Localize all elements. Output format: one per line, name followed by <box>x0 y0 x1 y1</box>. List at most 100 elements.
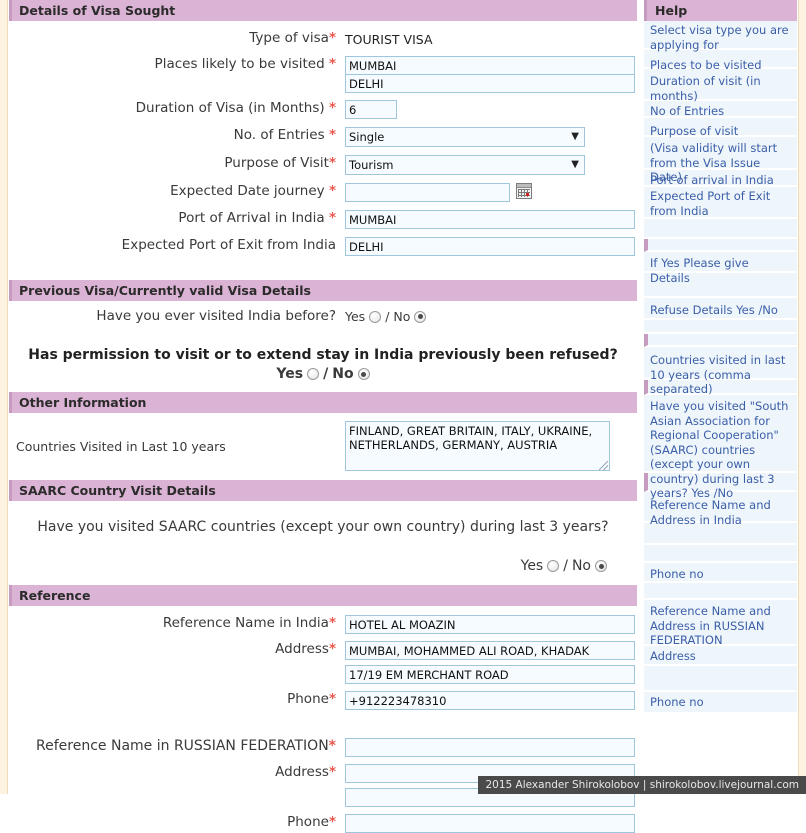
help-item-refuse-details: Refuse Details Yes /No <box>644 298 797 320</box>
required-asterisk: * <box>328 183 336 199</box>
radio-saarc-no[interactable] <box>595 560 607 572</box>
reference-name-foreign-input[interactable] <box>345 738 635 757</box>
help-item-port-exit: Expected Port of Exit from India <box>644 187 797 219</box>
row-port-of-arrival: Port of Arrival in India * MUMBAI <box>9 210 637 229</box>
row-reference-phone-india: Phone* +912223478310 <box>9 691 637 710</box>
row-duration: Duration of Visa (in Months) * 6 <box>9 100 637 119</box>
column-gap <box>637 0 644 833</box>
help-column: Help Select visa type you are applying f… <box>644 0 797 833</box>
calendar-icon-header <box>517 184 531 188</box>
row-reference-phone-foreign: Phone* <box>9 814 637 833</box>
label-purpose-of-visit: Purpose of Visit* <box>9 155 345 172</box>
section-header-previous-visa: Previous Visa/Currently valid Visa Detai… <box>9 280 637 301</box>
help-spacer-9 <box>644 545 797 563</box>
resize-grip-icon[interactable] <box>599 461 608 470</box>
row-saarc-question: Have you visited SAARC countries (except… <box>9 519 637 574</box>
required-asterisk: * <box>328 56 336 72</box>
duration-input[interactable]: 6 <box>345 100 397 119</box>
help-spacer-1 <box>644 219 797 239</box>
reference-address-india-input-2[interactable]: 17/19 EM MERCHANT ROAD <box>345 665 635 684</box>
required-asterisk: * <box>328 127 336 143</box>
radio-group-visited-india-before: Yes / No <box>345 309 427 324</box>
radio-refused-yes[interactable] <box>307 368 320 380</box>
label-saarc-question: Have you visited SAARC countries (except… <box>37 519 609 535</box>
port-of-arrival-input[interactable]: MUMBAI <box>345 210 635 229</box>
help-spacer-4 <box>644 320 797 334</box>
help-spacer-10 <box>644 583 797 600</box>
label-type-of-visa: Type of visa* <box>9 30 345 47</box>
label-places-visited: Places likely to be visited * <box>9 56 345 73</box>
required-asterisk: * <box>328 764 336 780</box>
reference-address-india-group: MUMBAI, MOHAMMED ALI ROAD, KHADAK 17/19 … <box>345 641 635 684</box>
purpose-of-visit-selected-value: Tourism <box>349 158 394 172</box>
places-visited-input-1[interactable]: MUMBAI <box>345 56 635 75</box>
radio-separator: / <box>323 366 329 382</box>
section-header-reference: Reference <box>9 585 637 606</box>
label-visited-india-before: Have you ever visited India before? <box>96 308 336 324</box>
reference-phone-india-input[interactable]: +912223478310 <box>345 691 635 710</box>
help-item-visa-validity: (Visa validity will start from the Visa … <box>644 137 797 184</box>
label-reference-address-india-text: Address <box>275 641 329 657</box>
help-spacer-11 <box>644 666 797 692</box>
label-no-of-entries-text: No. of Entries <box>233 127 329 143</box>
value-type-of-visa: TOURIST VISA <box>345 32 433 47</box>
label-purpose-of-visit-text: Purpose of Visit <box>224 155 329 171</box>
radio-separator: / <box>385 309 390 324</box>
page-layout-table: Details of Visa Sought Type of visa* TOU… <box>9 0 797 833</box>
required-asterisk: * <box>328 100 336 116</box>
help-item-saarc: Have you visited "South Asian Associatio… <box>644 395 797 500</box>
label-expected-date-journey: Expected Date journey * <box>9 183 345 200</box>
row-reference-name-india: Reference Name in India* HOTEL AL MOAZIN <box>9 615 637 634</box>
no-label: No <box>393 309 411 324</box>
places-inputs-group: MUMBAI DELHI <box>345 56 635 93</box>
port-of-exit-input[interactable]: DELHI <box>345 237 635 256</box>
section-header-saarc: SAARC Country Visit Details <box>9 480 637 501</box>
label-reference-address-india: Address* <box>9 641 345 658</box>
row-permission-refused: Has permission to visit or to extend sta… <box>9 347 637 382</box>
help-item-visa-type: Select visa type you are applying for <box>644 21 797 52</box>
expected-date-journey-input[interactable] <box>345 183 510 202</box>
chevron-down-icon: ▼ <box>571 131 579 142</box>
required-asterisk: * <box>328 30 336 46</box>
countries-visited-textarea[interactable]: FINLAND, GREAT BRITAIN, ITALY, UKRAINE, … <box>345 421 610 471</box>
row-visited-india-before: Have you ever visited India before? Yes … <box>9 308 637 325</box>
yes-label: Yes <box>520 558 544 574</box>
chevron-down-icon: ▼ <box>571 159 579 170</box>
reference-name-india-input[interactable]: HOTEL AL MOAZIN <box>345 615 635 634</box>
help-item-reference-foreign: Reference Name and Address in RUSSIAN FE… <box>644 600 797 647</box>
row-places-visited: Places likely to be visited * MUMBAI DEL… <box>9 56 637 93</box>
help-item-duration: Duration of visit (in months) <box>644 69 797 103</box>
label-permission-refused: Has permission to visit or to extend sta… <box>28 347 618 363</box>
help-item-port-arrival: Port of arrival in India <box>644 170 797 187</box>
calendar-icon-marker <box>526 193 529 196</box>
label-duration-text: Duration of Visa (in Months) <box>135 100 329 116</box>
section-header-other-information: Other Information <box>9 392 637 413</box>
row-purpose-of-visit: Purpose of Visit* Tourism ▼ <box>9 155 637 175</box>
radio-visited-before-yes[interactable] <box>369 310 382 323</box>
reference-address-india-input-1[interactable]: MUMBAI, MOHAMMED ALI ROAD, KHADAK <box>345 641 635 660</box>
form-column: Details of Visa Sought Type of visa* TOU… <box>9 0 637 833</box>
right-gutter <box>798 0 806 794</box>
label-countries-visited: Countries Visited in Last 10 years <box>16 438 226 454</box>
section-header-help: Help <box>644 0 797 21</box>
places-visited-input-2[interactable]: DELHI <box>345 74 635 93</box>
calendar-picker-icon[interactable] <box>516 183 532 199</box>
purpose-of-visit-select[interactable]: Tourism ▼ <box>345 155 585 175</box>
radio-separator: / <box>563 558 568 574</box>
radio-saarc-yes[interactable] <box>547 560 560 572</box>
required-asterisk: * <box>328 814 336 830</box>
label-port-of-exit: Expected Port of Exit from India <box>121 237 336 253</box>
help-item-purpose: Purpose of visit <box>644 118 797 138</box>
radio-visited-before-no[interactable] <box>414 310 427 323</box>
no-of-entries-select[interactable]: Single ▼ <box>345 127 585 147</box>
radio-refused-no[interactable] <box>357 368 370 380</box>
no-of-entries-selected-value: Single <box>349 130 385 144</box>
radio-group-saarc: Yes / No <box>19 558 627 574</box>
label-port-of-arrival-text: Port of Arrival in India <box>178 210 329 226</box>
page-content: Details of Visa Sought Type of visa* TOU… <box>9 0 797 833</box>
row-port-of-exit: Expected Port of Exit from India DELHI <box>9 237 637 256</box>
required-asterisk: * <box>328 691 336 707</box>
label-reference-name-foreign-text: Reference Name in RUSSIAN FEDERATION <box>36 738 329 754</box>
help-item-address-foreign: Address <box>644 646 797 666</box>
reference-phone-foreign-input[interactable] <box>345 814 635 833</box>
